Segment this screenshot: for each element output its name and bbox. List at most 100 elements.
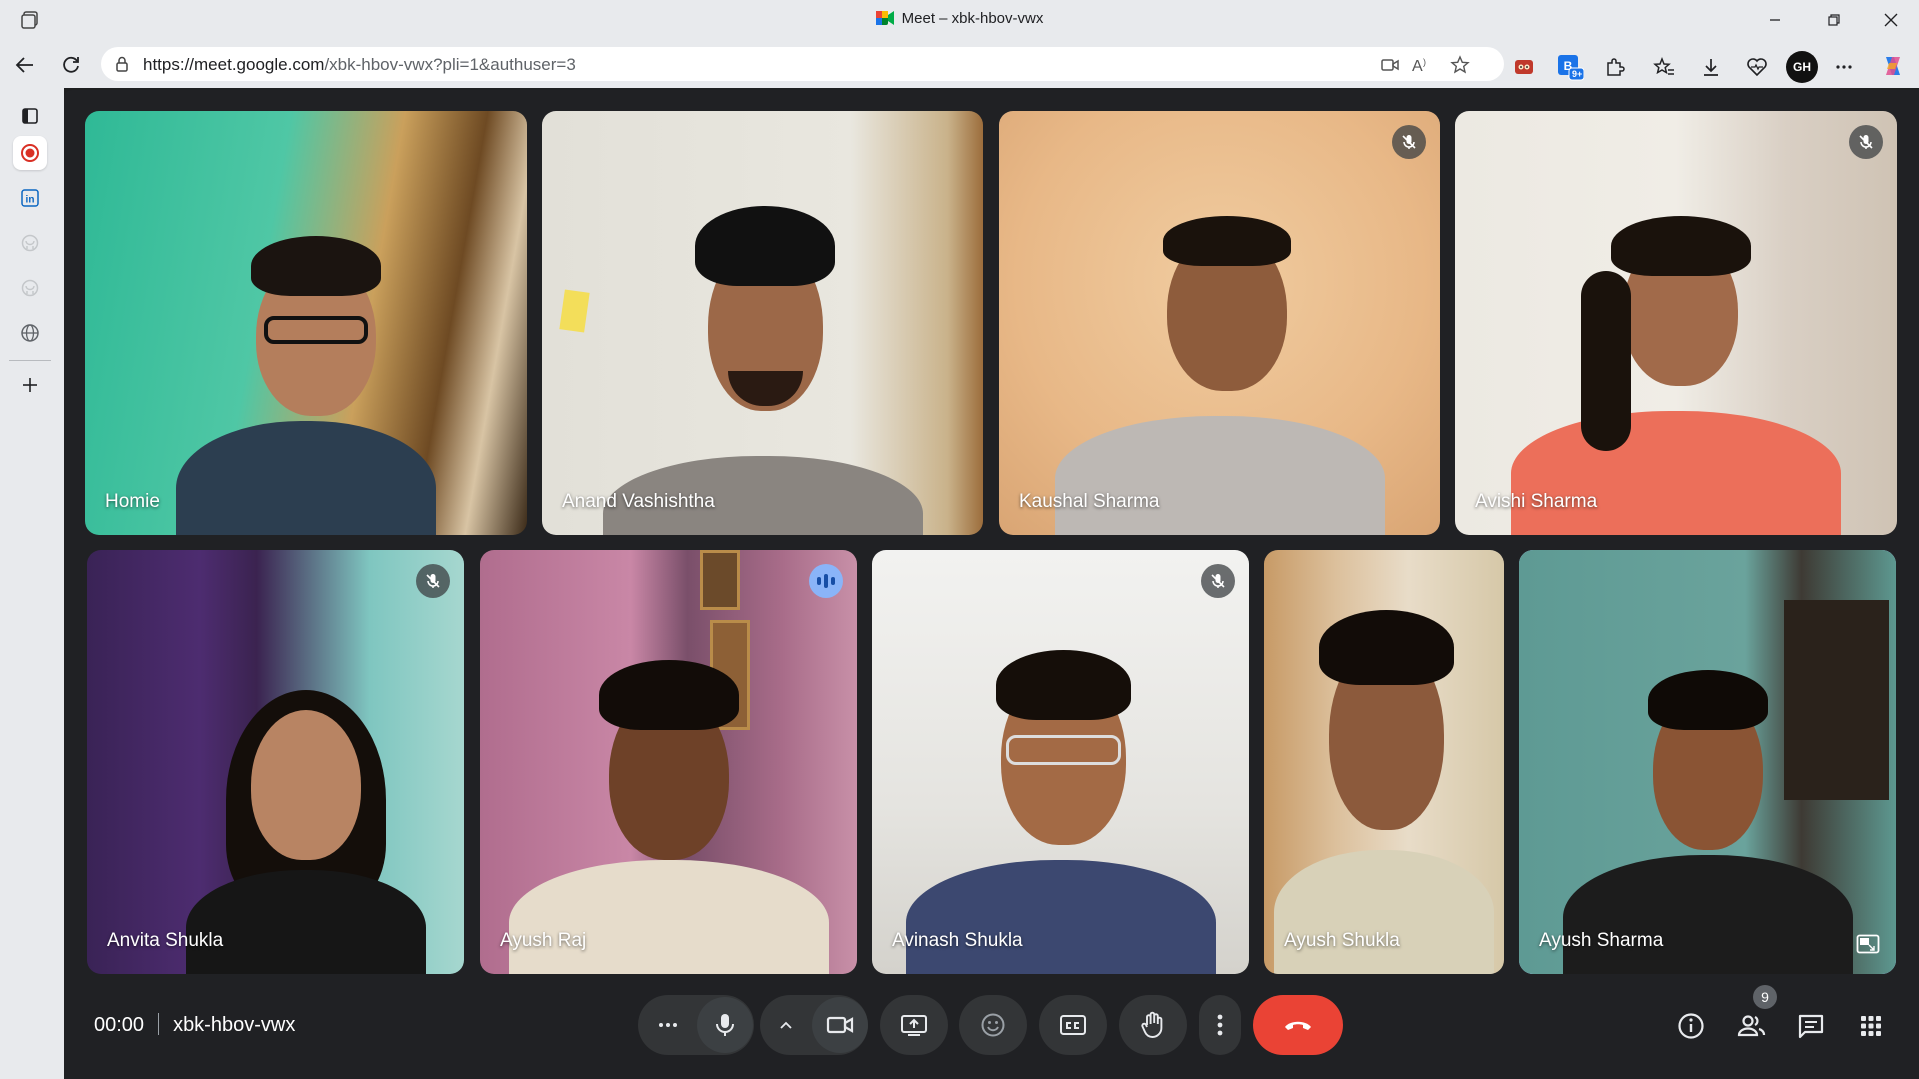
participant-video-figure [508, 640, 829, 974]
people-icon[interactable] [1729, 1004, 1773, 1048]
participant-video-figure [602, 156, 923, 535]
url-text[interactable]: https://meet.google.com/xbk-hbov-vwx?pli… [143, 55, 576, 75]
sidebar-linkedin-icon[interactable]: in [13, 181, 47, 215]
more-options-button[interactable] [1199, 995, 1241, 1055]
present-screen-icon [901, 1015, 927, 1036]
extensions-badge-text: 9+ [1572, 69, 1583, 79]
participant-video-figure [1274, 590, 1494, 974]
participant-name: Anvita Shukla [107, 930, 224, 951]
wall-frame [700, 550, 740, 610]
video-settings-chevron-icon[interactable] [760, 995, 812, 1055]
meet-logo-icon [875, 11, 894, 25]
participant-name: Ayush Shukla [1284, 930, 1400, 951]
raise-hand-icon [1141, 1011, 1163, 1038]
downloads-icon[interactable] [1697, 53, 1725, 81]
emoji-icon [981, 1013, 1005, 1037]
muted-mic-icon [1392, 125, 1426, 159]
people-count-badge: 9 [1753, 985, 1777, 1009]
svg-text:): ) [1423, 57, 1426, 67]
audio-settings-more-icon[interactable] [639, 995, 697, 1055]
sidebar-divider [9, 360, 51, 361]
meeting-info-separator [158, 1013, 160, 1035]
raise-hand-button[interactable] [1119, 995, 1187, 1055]
participant-name: Kaushal Sharma [1019, 491, 1160, 512]
read-aloud-icon[interactable]: A) [1411, 54, 1433, 76]
sidebar-globe-icon[interactable] [13, 316, 47, 350]
address-bar: https://meet.google.com/xbk-hbov-vwx?pli… [0, 40, 1919, 88]
sidebar-github-icon[interactable] [13, 226, 47, 260]
participant-video-figure [156, 181, 456, 535]
browser-essentials-icon[interactable] [1743, 53, 1771, 81]
muted-mic-icon [1849, 125, 1883, 159]
url-host: https://meet.google.com [143, 55, 325, 74]
participant-name: Ayush Raj [500, 930, 587, 951]
speaking-indicator-icon [809, 564, 843, 598]
participant-tile[interactable]: Avishi Sharma [1455, 111, 1897, 535]
browser-sidebar: in [0, 88, 64, 1079]
participant-tile[interactable]: Ayush Raj [480, 550, 857, 974]
participant-name: Ayush Sharma [1539, 930, 1664, 951]
sidebar-github-icon-2[interactable] [13, 271, 47, 305]
participant-video-figure [905, 620, 1216, 974]
title-bar: Meet – xbk-hbov-vwx [0, 0, 1919, 40]
meeting-time: 00:00 [94, 1014, 145, 1036]
refresh-icon[interactable] [56, 50, 86, 80]
sidebar-add-icon[interactable] [13, 368, 47, 402]
camera-toggle-icon[interactable] [812, 997, 868, 1053]
minimize-icon[interactable] [1751, 6, 1799, 34]
participant-name: Avishi Sharma [1475, 491, 1598, 512]
participant-name: Avinash Shukla [892, 930, 1023, 951]
svg-text:A: A [1412, 58, 1423, 74]
muted-mic-icon [416, 564, 450, 598]
window-title: Meet – xbk-hbov-vwx [0, 10, 1919, 27]
reactions-button[interactable] [959, 995, 1027, 1055]
microphone-toggle-icon[interactable] [697, 997, 753, 1053]
participant-tile[interactable]: Kaushal Sharma [999, 111, 1440, 535]
muted-mic-icon [1201, 564, 1235, 598]
participant-tile[interactable]: Ayush Shukla [1264, 550, 1504, 974]
participant-video-figure [1562, 665, 1853, 974]
participant-tile[interactable]: Avinash Shukla [872, 550, 1249, 974]
mic-control-group [638, 995, 754, 1055]
hang-up-icon [1285, 1021, 1311, 1030]
participant-tile[interactable]: Homie [85, 111, 527, 535]
participant-tile[interactable]: Anand Vashishtha [542, 111, 983, 535]
camera-in-use-icon[interactable] [1379, 54, 1401, 76]
meeting-info: 00:00 xbk-hbov-vwx [94, 1013, 295, 1037]
extension-badge-icon[interactable]: B 9+ [1556, 53, 1584, 81]
participant-name: Anand Vashishtha [562, 491, 715, 512]
copilot-icon[interactable] [1879, 52, 1907, 80]
captions-button[interactable] [1039, 995, 1107, 1055]
svg-text:in: in [26, 195, 35, 206]
sidebar-record-icon[interactable] [13, 136, 47, 170]
participant-video-figure [166, 670, 446, 974]
sidebar-tabs-icon[interactable] [13, 99, 47, 133]
participant-tile[interactable]: Anvita Shukla [87, 550, 464, 974]
extensions-puzzle-icon[interactable] [1601, 53, 1629, 81]
close-icon[interactable] [1867, 6, 1915, 34]
activities-grid-icon[interactable] [1849, 1004, 1893, 1048]
extension-cat-icon[interactable] [1510, 53, 1538, 81]
profile-avatar[interactable]: GH [1786, 51, 1818, 83]
participant-video-figure [1511, 211, 1841, 535]
url-field[interactable]: https://meet.google.com/xbk-hbov-vwx?pli… [101, 47, 1504, 81]
participant-tile-self[interactable]: Ayush Sharma [1519, 550, 1896, 974]
present-screen-button[interactable] [880, 995, 948, 1055]
back-arrow-icon[interactable] [10, 50, 40, 80]
chat-icon[interactable] [1789, 1004, 1833, 1048]
meeting-details-icon[interactable] [1669, 1004, 1713, 1048]
restore-icon[interactable] [1810, 6, 1858, 34]
captions-icon [1060, 1015, 1086, 1035]
meeting-code: xbk-hbov-vwx [173, 1014, 296, 1036]
participant-name: Homie [105, 491, 160, 512]
favorite-star-icon[interactable] [1449, 54, 1471, 76]
more-options-icon[interactable] [1830, 53, 1858, 81]
vertical-dots-icon [1217, 1014, 1223, 1036]
leave-call-button[interactable] [1253, 995, 1343, 1055]
site-info-icon[interactable] [113, 55, 131, 73]
profile-initials: GH [1793, 60, 1811, 74]
url-path: /xbk-hbov-vwx?pli=1&authuser=3 [324, 55, 576, 74]
participant-video-figure [1054, 206, 1385, 535]
picture-in-picture-icon[interactable] [1854, 932, 1882, 956]
favorites-icon[interactable] [1650, 53, 1678, 81]
